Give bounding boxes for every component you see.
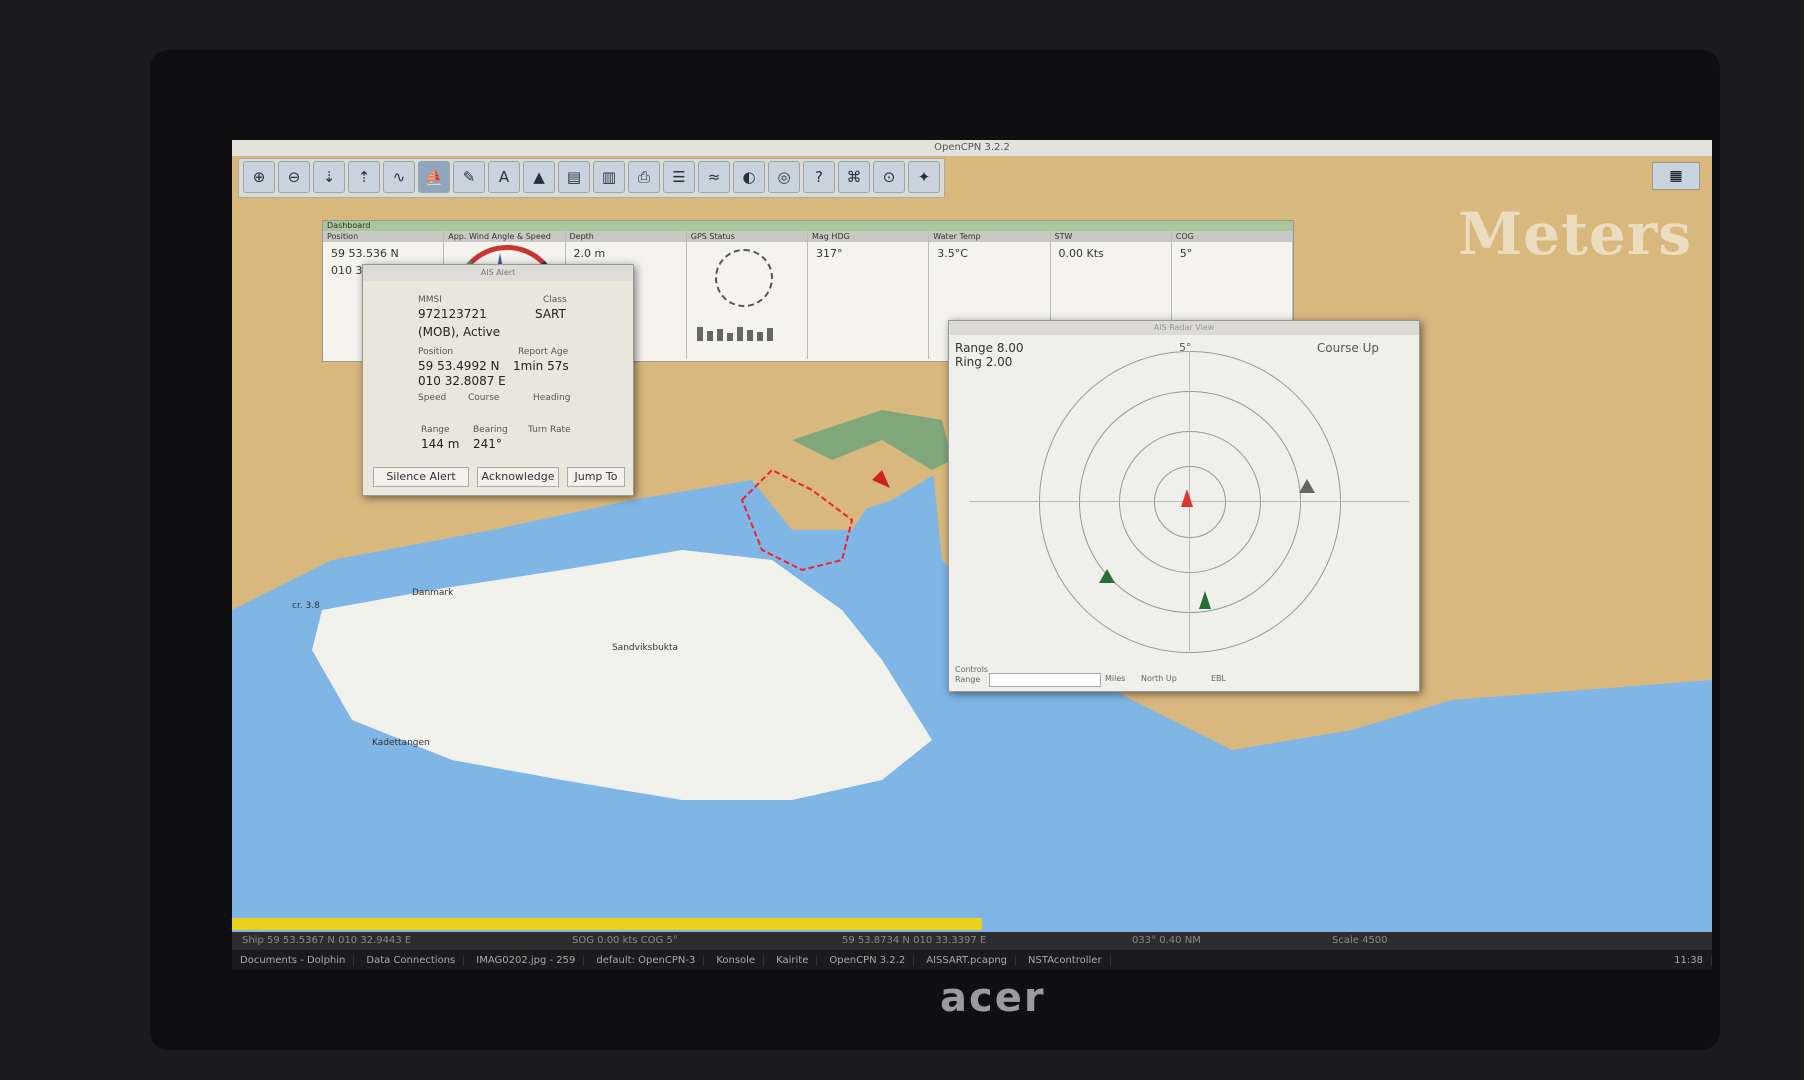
gps-signal-bars	[696, 327, 773, 341]
print-icon[interactable]: ⎙	[628, 161, 660, 193]
current-icon[interactable]: ▤	[558, 161, 590, 193]
taskbar-item[interactable]: AISSART.pcapng	[918, 954, 1017, 966]
controls-range-label: Range	[955, 675, 981, 684]
range-select[interactable]	[989, 673, 1101, 687]
map-label-kadettangen: Kadettangen	[372, 738, 430, 748]
scale-out-icon[interactable]: ⇡	[348, 161, 380, 193]
report-age-value: 1min 57s	[513, 359, 569, 373]
gps-satellite-icon	[714, 249, 773, 307]
class-label: Class	[543, 295, 567, 305]
ais-icon[interactable]: ▲	[523, 161, 555, 193]
ais-status: (MOB), Active	[418, 325, 501, 339]
auto-follow-icon[interactable]: ⛵	[418, 161, 450, 193]
status-cursor: 59 53.8734 N 010 33.3397 E	[842, 935, 987, 946]
screen: Danmark Sandviksbukta Kadettangen cr. 3.…	[232, 140, 1712, 970]
radar-icon[interactable]: ⊙	[873, 161, 905, 193]
target-icon[interactable]	[1299, 479, 1315, 493]
text-icon[interactable]: A	[488, 161, 520, 193]
ebl-checkbox[interactable]: EBL	[1211, 674, 1226, 683]
dashboard-icon[interactable]: ⌘	[838, 161, 870, 193]
report-age-label: Report Age	[518, 347, 569, 357]
heading-label: Heading	[533, 393, 571, 403]
bearing-label: Bearing	[473, 425, 508, 435]
help-icon[interactable]: ?	[803, 161, 835, 193]
target-icon[interactable]	[1099, 569, 1115, 583]
class-value: SART	[535, 307, 566, 321]
window-title: OpenCPN 3.2.2	[232, 140, 1712, 156]
track-icon[interactable]: ≈	[698, 161, 730, 193]
position-label: Position	[418, 347, 454, 357]
taskbar-item[interactable]: OpenCPN 3.2.2	[821, 954, 915, 966]
taskbar-item[interactable]: NSTAcontroller	[1020, 954, 1111, 966]
status-scale: Scale 4500	[1332, 935, 1388, 946]
target-icon[interactable]	[1199, 591, 1211, 609]
radar-ring: Ring 2.00	[955, 355, 1013, 369]
own-ship-icon	[1181, 489, 1193, 507]
mob-icon[interactable]: ◎	[768, 161, 800, 193]
progress-bar	[232, 918, 982, 930]
status-bar: Ship 59 53.5367 N 010 32.9443 E SOG 0.00…	[232, 932, 1712, 950]
radar-title: AIS Radar View	[949, 321, 1419, 335]
status-sog: SOG 0.00 kts COG 5°	[572, 935, 678, 946]
taskbar-item[interactable]: Kairite	[768, 954, 818, 966]
taskbar-item[interactable]: Data Connections	[358, 954, 465, 966]
north-up-checkbox[interactable]: North Up	[1141, 674, 1177, 683]
range-label: Range	[421, 425, 450, 435]
course-label: Course	[468, 393, 500, 403]
zoom-in-icon[interactable]: ⊕	[243, 161, 275, 193]
taskbar-item[interactable]: IMAG0202.jpg - 259	[468, 954, 585, 966]
range-value: 144 m	[421, 437, 460, 451]
turn-rate-label: Turn Rate	[528, 425, 571, 435]
instrument-mag-hdg: Mag HDG 317°	[808, 231, 930, 359]
tide-icon[interactable]: ▥	[593, 161, 625, 193]
laptop-logo: acer	[940, 975, 1046, 1021]
taskbar-item[interactable]: Documents - Dolphin	[232, 954, 355, 966]
taskbar-item[interactable]: default: OpenCPN-3	[588, 954, 705, 966]
map-label-danmark: Danmark	[412, 588, 454, 598]
taskbar-item[interactable]: Konsole	[708, 954, 765, 966]
scale-in-icon[interactable]: ⇣	[313, 161, 345, 193]
color-scheme-icon[interactable]: ◐	[733, 161, 765, 193]
dashboard-title: Dashboard	[323, 221, 1293, 231]
clock: 11:38	[1666, 954, 1712, 966]
plugin-icon[interactable]: ✦	[908, 161, 940, 193]
silence-alert-button[interactable]: Silence Alert	[373, 467, 469, 487]
status-ship: Ship 59 53.5367 N 010 32.9443 E	[242, 935, 412, 946]
ais-radar-window: AIS Radar View Range 8.00 Ring 2.00 Cour…	[948, 320, 1420, 692]
miles-label: Miles	[1105, 674, 1126, 683]
units-watermark: Meters	[1457, 200, 1692, 268]
map-label-cr: cr. 3.8	[292, 601, 320, 611]
chart-bar-icon[interactable]: ▦	[1652, 162, 1700, 190]
radar-mode: Course Up	[1316, 341, 1379, 355]
jump-to-button[interactable]: Jump To	[567, 467, 625, 487]
ais-alert-dialog: AIS Alert MMSI 972123721 Class SART (MOB…	[362, 264, 634, 496]
settings-icon[interactable]: ✎	[453, 161, 485, 193]
zoom-out-icon[interactable]: ⊖	[278, 161, 310, 193]
ais-alert-title: AIS Alert	[363, 265, 633, 281]
instrument-gps: GPS Status	[686, 231, 808, 359]
main-toolbar: ⊕ ⊖ ⇣ ⇡ ∿ ⛵ ✎ A ▲ ▤ ▥ ⎙ ☰ ≈ ◐ ◎ ? ⌘ ⊙ ✦	[238, 158, 945, 198]
status-bearing: 033° 0.40 NM	[1132, 935, 1201, 946]
mmsi-value: 972123721	[418, 307, 487, 321]
photo-frame: acer Danmark Sandviksbukta Kadettangen c…	[0, 0, 1804, 1080]
map-label-sandviksbukta: Sandviksbukta	[612, 643, 678, 653]
radar-range: Range 8.00	[955, 341, 1024, 355]
route-manager-icon[interactable]: ☰	[663, 161, 695, 193]
position-lat: 59 53.4992 N	[418, 359, 500, 373]
bearing-value: 241°	[473, 437, 502, 451]
acknowledge-button[interactable]: Acknowledge	[477, 467, 559, 487]
mmsi-label: MMSI	[418, 295, 442, 305]
taskbar: Documents - Dolphin Data Connections IMA…	[232, 950, 1712, 970]
controls-label: Controls	[955, 665, 989, 674]
route-icon[interactable]: ∿	[383, 161, 415, 193]
speed-label: Speed	[418, 393, 447, 403]
position-lon: 010 32.8087 E	[418, 374, 506, 388]
